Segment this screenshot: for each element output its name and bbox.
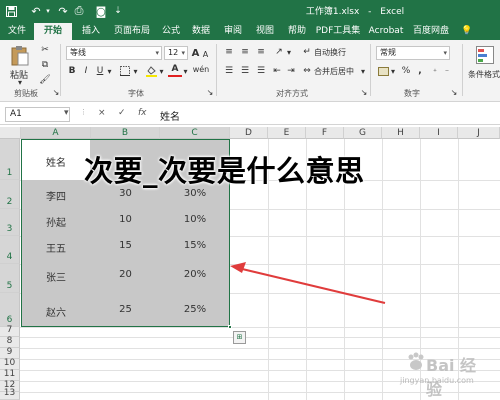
fill-color-icon[interactable] [144,64,158,78]
tab-pdf-tools[interactable]: PDF工具集 [312,23,364,40]
font-name-value: 等线 [70,48,86,57]
underline-button[interactable]: U [94,64,106,78]
cut-icon[interactable]: ✂ [38,43,52,57]
tab-file[interactable]: 文件 [2,23,32,40]
tab-insert[interactable]: 插入 [74,23,108,40]
italic-button[interactable]: I [80,64,92,78]
comma-style-button[interactable]: , [414,65,426,77]
alignment-group-label: 对齐方式 [276,89,308,98]
title-separator: - [368,7,372,17]
font-group-label: 字体 [128,89,144,98]
window-title: 工作簿1.xlsx - Excel [0,4,500,17]
formula-bar: A1 ▾ ⋮ × ✓ fx 姓名 [0,103,500,125]
accounting-format-icon[interactable] [376,65,390,77]
formula-bar-handle-icon[interactable]: ⋮ [80,108,87,116]
name-box[interactable]: A1 [5,107,70,122]
bold-button[interactable]: B [66,64,78,78]
conditional-formatting-icon[interactable] [474,44,496,66]
increase-decimal-icon[interactable]: ⁺ [430,65,440,77]
align-left-icon[interactable]: ☰ [222,65,236,77]
increase-indent-icon[interactable]: ⇥ [284,65,298,77]
name-box-dropdown-icon[interactable]: ▾ [64,108,69,118]
insert-function-button[interactable]: fx [138,108,147,118]
title-bar: ↶ ▾ ↷ ⎙ ◙ ⇣ 工作簿1.xlsx - Excel [0,0,500,22]
font-color-button[interactable]: A [168,63,182,77]
number-launcher-icon[interactable]: ↘ [450,87,458,97]
formula-input[interactable]: 姓名 [160,108,180,123]
tab-baidu-netdisk[interactable]: 百度网盘 [408,23,454,40]
align-middle-icon[interactable]: ≡ [238,46,252,58]
phonetic-guide-button[interactable]: wén [192,62,210,76]
lightbulb-icon[interactable]: 💡 [460,23,474,40]
grow-font-button[interactable]: A [190,46,201,60]
paste-dropdown-icon[interactable]: ▾ [16,78,24,87]
tab-page-layout[interactable]: 页面布局 [108,23,156,40]
merge-center-icon[interactable]: ⇔ [300,65,314,77]
watermark: Bai 经验 jingyan.baidu.com [380,348,492,399]
borders-icon[interactable] [118,64,132,78]
align-center-icon[interactable]: ☰ [238,65,252,77]
chevron-down-icon[interactable]: ▾ [132,64,139,78]
conditional-formatting-button[interactable]: 条件格式 [464,68,500,80]
tab-data[interactable]: 数据 [186,23,216,40]
decrease-decimal-icon[interactable]: ⁻ [442,65,452,77]
confirm-entry-button[interactable]: ✓ [118,108,126,118]
tab-formulas[interactable]: 公式 [156,23,186,40]
tab-acrobat[interactable]: Acrobat [366,23,406,40]
tab-home[interactable]: 开始 [34,23,72,40]
format-painter-icon[interactable]: 🖌 [38,73,52,87]
align-right-icon[interactable]: ☰ [254,65,268,77]
font-launcher-icon[interactable]: ↘ [206,87,214,97]
number-format-value: 常规 [380,48,396,57]
decrease-indent-icon[interactable]: ⇤ [270,65,284,77]
app-name: Excel [380,7,405,17]
tab-review[interactable]: 审阅 [218,23,248,40]
chevron-down-icon[interactable]: ▾ [106,64,113,78]
number-format-select[interactable]: 常规 ▾ [376,46,450,60]
overlay-title: 次要_次要是什么意思 [84,154,365,188]
paste-icon[interactable] [8,44,32,68]
cancel-entry-button[interactable]: × [98,108,106,118]
percent-style-button[interactable]: % [400,65,412,77]
chevron-down-icon[interactable]: ▾ [360,65,366,77]
chevron-down-icon: ▾ [155,49,159,57]
wrap-text-icon[interactable]: ↵ [300,46,314,58]
align-top-icon[interactable]: ≡ [222,46,236,58]
ribbon: 粘贴 ▾ ✂ ⧉ 🖌 剪贴板 ↘ 等线 ▾ 12 ▾ A A B I U ▾ ▾… [0,40,500,102]
ribbon-divider [60,44,61,96]
chevron-down-icon: ▾ [181,49,185,57]
clipboard-launcher-icon[interactable]: ↘ [52,87,60,97]
ribbon-divider [370,44,371,96]
font-size-value: 12 [168,48,179,57]
orientation-icon[interactable]: ↗ [272,46,286,58]
shrink-font-button[interactable]: A [201,48,210,60]
tab-help[interactable]: 帮助 [282,23,312,40]
alignment-launcher-icon[interactable]: ↘ [360,87,368,97]
workbook-name: 工作簿1.xlsx [305,7,360,17]
merge-center-button[interactable]: 合并后居中 [314,65,360,77]
wrap-text-button[interactable]: 自动换行 [314,46,354,58]
chevron-down-icon[interactable]: ▾ [182,64,189,78]
copy-icon[interactable]: ⧉ [38,58,52,72]
watermark-url: jingyan.baidu.com [400,376,474,385]
chevron-down-icon[interactable]: ▾ [158,64,165,78]
ribbon-tabs: 文件 开始 插入 页面布局 公式 数据 审阅 视图 帮助 PDF工具集 Acro… [0,22,500,40]
chevron-down-icon[interactable]: ▾ [286,46,292,58]
chevron-down-icon[interactable]: ▾ [390,65,396,77]
clipboard-group-label: 剪贴板 [14,89,38,98]
ribbon-divider [216,44,217,96]
font-name-select[interactable]: 等线 ▾ [66,46,162,60]
font-size-select[interactable]: 12 ▾ [164,46,188,60]
paw-logo-icon [408,352,424,370]
tab-view[interactable]: 视图 [250,23,280,40]
number-group-label: 数字 [404,89,420,98]
align-bottom-icon[interactable]: ≡ [254,46,268,58]
chevron-down-icon: ▾ [443,49,447,57]
ribbon-divider [462,44,463,96]
